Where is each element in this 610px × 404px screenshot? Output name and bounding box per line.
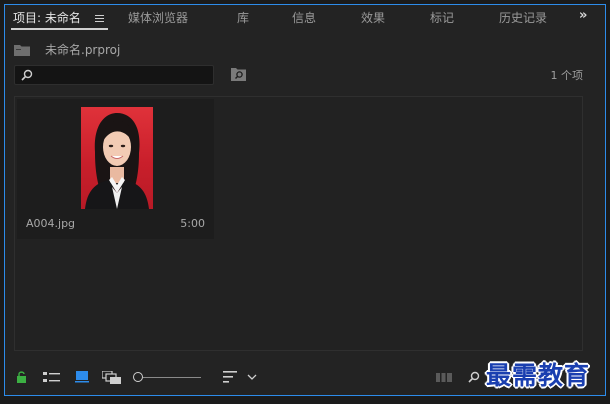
clip-duration: 5:00: [180, 217, 205, 230]
automate-sequence-icon[interactable]: [436, 373, 452, 382]
portrait-image: [85, 113, 149, 209]
find-icon[interactable]: [468, 371, 480, 383]
project-folder-icon: [14, 45, 30, 56]
tab-bar: 项目: 未命名 媒体浏览器 库 信息 效果 标记 历史记录 »: [5, 5, 605, 31]
clip-thumbnail[interactable]: [81, 107, 153, 209]
project-file-name: 未命名.prproj: [45, 43, 121, 57]
tab-libraries[interactable]: 库: [237, 9, 249, 27]
list-view-icon[interactable]: [43, 372, 60, 383]
active-tab-indicator: [11, 28, 108, 30]
search-input[interactable]: [37, 68, 209, 83]
sort-icon[interactable]: [223, 371, 237, 383]
chevron-down-icon[interactable]: [247, 374, 257, 380]
zoom-slider-handle[interactable]: [133, 372, 143, 382]
item-count: 1 个项: [550, 69, 584, 82]
search-icon: [21, 69, 33, 81]
panel-menu-icon[interactable]: [94, 9, 106, 27]
search-box[interactable]: [14, 65, 214, 85]
tab-project[interactable]: 项目: 未命名: [13, 9, 81, 27]
freeform-view-icon[interactable]: [102, 371, 122, 384]
zoom-slider-track[interactable]: [143, 377, 201, 378]
icon-view-icon[interactable]: [75, 371, 89, 383]
project-panel: 项目: 未命名 媒体浏览器 库 信息 效果 标记 历史记录 » 未命名.prpr…: [4, 4, 606, 396]
watermark-logo: 最需教育: [486, 361, 591, 390]
bin-content-area[interactable]: A004.jpg 5:00: [14, 96, 583, 351]
new-search-bin-icon[interactable]: [231, 68, 247, 81]
tab-overflow-icon[interactable]: »: [579, 8, 588, 23]
unlock-icon[interactable]: [16, 371, 27, 383]
tab-info[interactable]: 信息: [292, 9, 316, 27]
tab-history[interactable]: 历史记录: [499, 9, 547, 27]
tab-markers[interactable]: 标记: [430, 9, 454, 27]
tab-media-browser[interactable]: 媒体浏览器: [128, 9, 188, 27]
clip-name: A004.jpg: [26, 217, 76, 230]
clip-card[interactable]: A004.jpg 5:00: [17, 99, 214, 239]
tab-effects[interactable]: 效果: [361, 9, 385, 27]
